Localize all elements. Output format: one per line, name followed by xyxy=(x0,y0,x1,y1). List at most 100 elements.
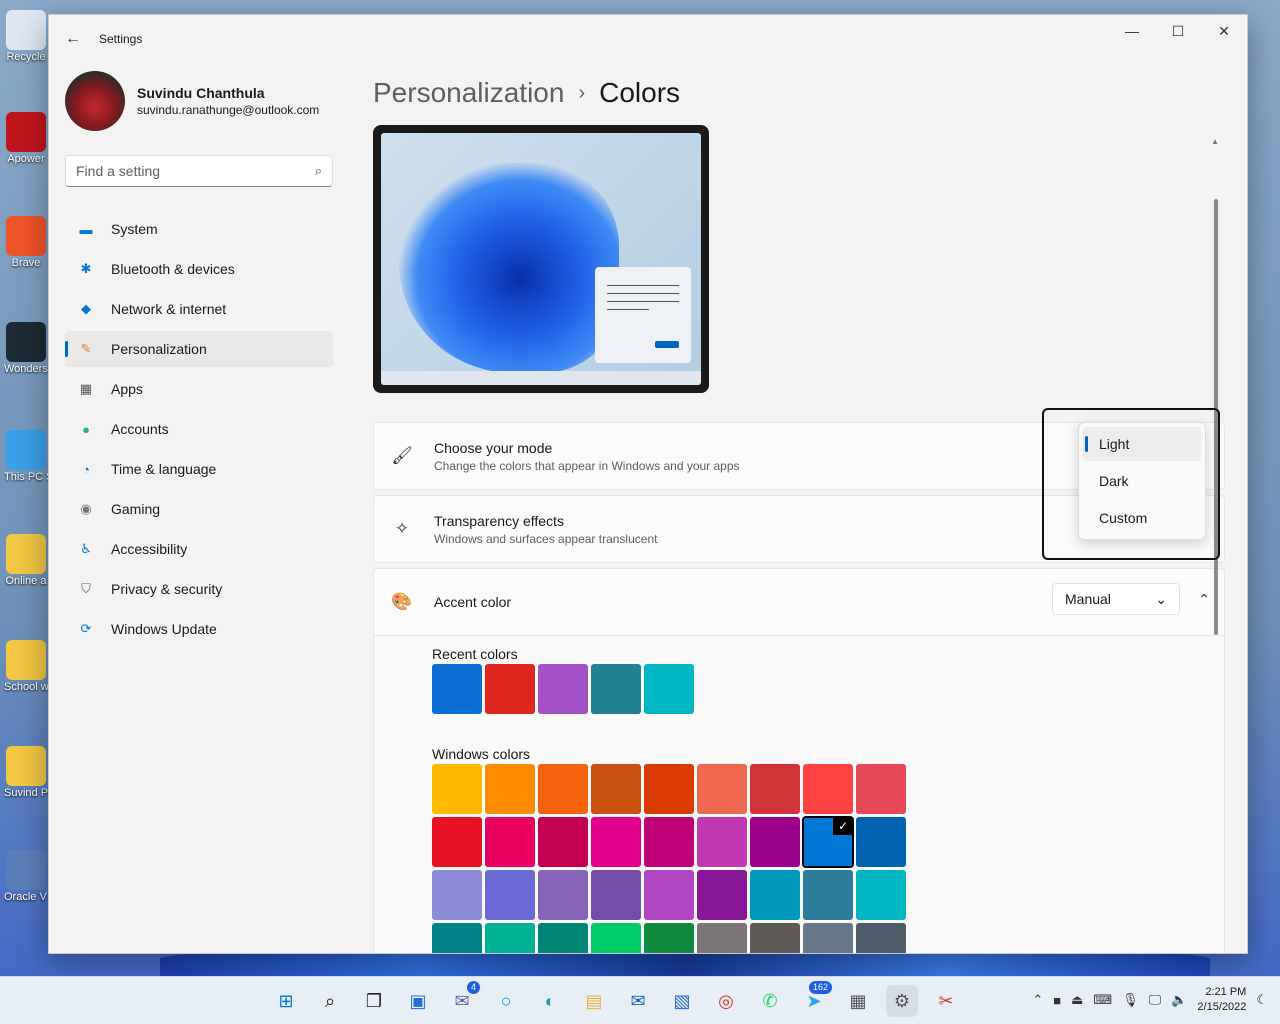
whatsapp-icon[interactable]: ✆ xyxy=(754,985,786,1017)
mic-icon[interactable]: 🎙 xyxy=(1122,992,1139,1008)
color-swatch[interactable] xyxy=(591,664,641,714)
store-icon[interactable]: ▧ xyxy=(666,985,698,1017)
color-swatch[interactable] xyxy=(432,870,482,920)
desktop-icon[interactable]: Brave xyxy=(4,216,48,270)
clock[interactable]: 2:21 PM 2/15/2022 xyxy=(1197,985,1246,1015)
color-swatch[interactable] xyxy=(538,764,588,814)
keyboard-icon[interactable]: ⌨ xyxy=(1093,992,1112,1008)
notification-icon[interactable]: ☾ xyxy=(1256,992,1268,1008)
mode-option-dark[interactable]: Dark xyxy=(1083,464,1201,498)
desktop-icon[interactable]: Suvind Produ xyxy=(4,746,48,800)
color-swatch[interactable] xyxy=(485,764,535,814)
minimize-button[interactable]: — xyxy=(1109,15,1155,47)
usb-icon[interactable]: ⏏ xyxy=(1071,992,1083,1008)
widgets-icon[interactable]: ▣ xyxy=(402,985,434,1017)
snipping-tool-icon[interactable]: ✂ xyxy=(930,985,962,1017)
color-swatch[interactable] xyxy=(697,870,747,920)
cortana-icon[interactable]: ○ xyxy=(490,985,522,1017)
calculator-icon[interactable]: ▦ xyxy=(842,985,874,1017)
file-explorer-icon[interactable]: ▤ xyxy=(578,985,610,1017)
color-swatch[interactable] xyxy=(485,664,535,714)
mode-option-custom[interactable]: Custom xyxy=(1083,501,1201,535)
color-swatch[interactable] xyxy=(644,870,694,920)
desktop-icon[interactable]: School w Suvin xyxy=(4,640,48,694)
sidebar-item-network-internet[interactable]: ◆ Network & internet xyxy=(65,291,333,327)
mode-option-light[interactable]: Light xyxy=(1083,427,1201,461)
search-box[interactable]: ⌕ xyxy=(65,155,333,187)
desktop-icon[interactable]: Oracle V VirtualB xyxy=(4,850,48,904)
sidebar-item-time-language[interactable]: ◔ Time & language xyxy=(65,451,333,487)
profile[interactable]: Suvindu Chanthula suvindu.ranathunge@out… xyxy=(49,63,349,139)
chrome-icon[interactable]: ◎ xyxy=(710,985,742,1017)
color-swatch[interactable] xyxy=(591,923,641,953)
sidebar-item-gaming[interactable]: ◉ Gaming xyxy=(65,491,333,527)
color-swatch[interactable] xyxy=(644,664,694,714)
sidebar-item-apps[interactable]: ▦ Apps xyxy=(65,371,333,407)
task-view-icon[interactable]: ❐ xyxy=(358,985,390,1017)
sidebar-item-privacy-security[interactable]: ⛉ Privacy & security xyxy=(65,571,333,607)
network-icon[interactable]: 🖵 xyxy=(1149,992,1162,1008)
desktop-icon[interactable]: Recycle xyxy=(4,10,48,64)
zoom-icon[interactable]: ■ xyxy=(1053,993,1061,1008)
volume-icon[interactable]: 🔈 xyxy=(1171,992,1187,1008)
edge-icon[interactable]: ◐ xyxy=(534,985,566,1017)
settings-icon[interactable]: ⚙ xyxy=(886,985,918,1017)
color-swatch[interactable] xyxy=(856,817,906,867)
sidebar-item-system[interactable]: ▬ System xyxy=(65,211,333,247)
search-icon[interactable]: ⌕ xyxy=(314,985,346,1017)
maximize-button[interactable]: ☐ xyxy=(1155,15,1201,47)
color-swatch[interactable] xyxy=(591,870,641,920)
scrollbar-thumb[interactable] xyxy=(1214,199,1218,635)
color-swatch[interactable] xyxy=(802,816,854,868)
accent-mode-select[interactable]: Manual ⌄ xyxy=(1052,583,1180,615)
color-swatch[interactable] xyxy=(485,870,535,920)
chevron-up-icon[interactable]: ⌃ xyxy=(1032,992,1043,1008)
color-swatch[interactable] xyxy=(591,764,641,814)
scroll-up-icon[interactable]: ▲ xyxy=(1211,137,1219,146)
color-swatch[interactable] xyxy=(644,764,694,814)
sidebar-item-accessibility[interactable]: ♿ Accessibility xyxy=(65,531,333,567)
color-swatch[interactable] xyxy=(538,923,588,953)
sidebar-item-windows-update[interactable]: ⟳ Windows Update xyxy=(65,611,333,647)
color-swatch[interactable] xyxy=(697,817,747,867)
color-swatch[interactable] xyxy=(432,923,482,953)
color-swatch[interactable] xyxy=(803,764,853,814)
telegram-icon[interactable]: ➤ 162 xyxy=(798,981,832,1017)
sidebar-item-accounts[interactable]: ● Accounts xyxy=(65,411,333,447)
back-button[interactable]: ← xyxy=(53,19,93,59)
desktop-icon[interactable]: This PC Shortc xyxy=(4,430,48,484)
color-swatch[interactable] xyxy=(803,870,853,920)
color-swatch[interactable] xyxy=(697,764,747,814)
desktop-icon[interactable]: Online a xyxy=(4,534,48,588)
desktop-icon[interactable]: Apower xyxy=(4,112,48,166)
color-swatch[interactable] xyxy=(856,764,906,814)
desktop-icon[interactable]: Wonders Filmor xyxy=(4,322,48,376)
color-swatch[interactable] xyxy=(485,923,535,953)
collapse-chevron-icon[interactable]: ⌃ xyxy=(1198,591,1210,608)
color-swatch[interactable] xyxy=(856,870,906,920)
color-swatch[interactable] xyxy=(803,923,853,953)
breadcrumb-parent[interactable]: Personalization xyxy=(373,77,564,109)
color-swatch[interactable] xyxy=(591,817,641,867)
search-input[interactable] xyxy=(76,163,315,179)
color-swatch[interactable] xyxy=(485,817,535,867)
teams-chat-icon[interactable]: ✉ 4 xyxy=(446,981,480,1017)
color-swatch[interactable] xyxy=(432,817,482,867)
color-swatch[interactable] xyxy=(697,923,747,953)
mail-icon[interactable]: ✉ xyxy=(622,985,654,1017)
color-swatch[interactable] xyxy=(432,764,482,814)
accent-card[interactable]: 🎨 Accent color Manual ⌄ ⌃ xyxy=(373,568,1225,636)
start-icon[interactable]: ⊞ xyxy=(270,985,302,1017)
color-swatch[interactable] xyxy=(750,870,800,920)
color-swatch[interactable] xyxy=(644,923,694,953)
color-swatch[interactable] xyxy=(644,817,694,867)
color-swatch[interactable] xyxy=(538,664,588,714)
color-swatch[interactable] xyxy=(750,764,800,814)
color-swatch[interactable] xyxy=(538,870,588,920)
color-swatch[interactable] xyxy=(750,817,800,867)
color-swatch[interactable] xyxy=(538,817,588,867)
color-swatch[interactable] xyxy=(750,923,800,953)
sidebar-item-personalization[interactable]: ✎ Personalization xyxy=(65,331,333,367)
color-swatch[interactable] xyxy=(856,923,906,953)
close-button[interactable]: ✕ xyxy=(1201,15,1247,47)
